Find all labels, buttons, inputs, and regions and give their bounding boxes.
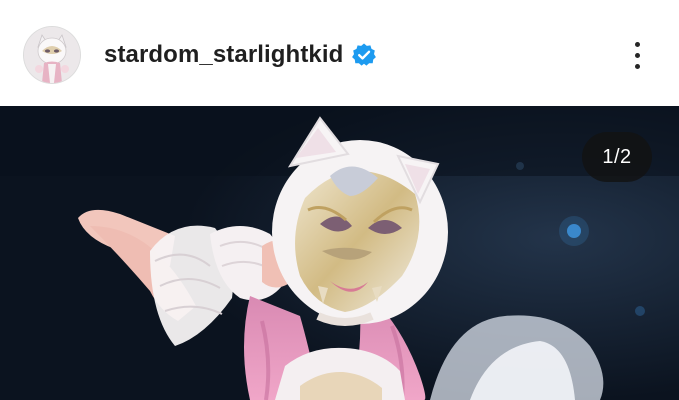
more-options-icon-dot — [634, 52, 640, 58]
more-options-button[interactable] — [620, 34, 654, 76]
post-photo[interactable] — [0, 106, 679, 400]
verified-badge-icon — [351, 42, 377, 68]
image-counter-badge: 1/2 — [582, 132, 652, 182]
username-link[interactable]: stardom_starlightkid — [104, 41, 343, 69]
more-options-icon-dot — [634, 41, 640, 47]
profile-avatar[interactable] — [24, 27, 80, 83]
post-header: stardom_starlightkid — [0, 0, 679, 106]
more-options-icon-dot — [634, 63, 640, 69]
username-row: stardom_starlightkid — [104, 38, 377, 72]
